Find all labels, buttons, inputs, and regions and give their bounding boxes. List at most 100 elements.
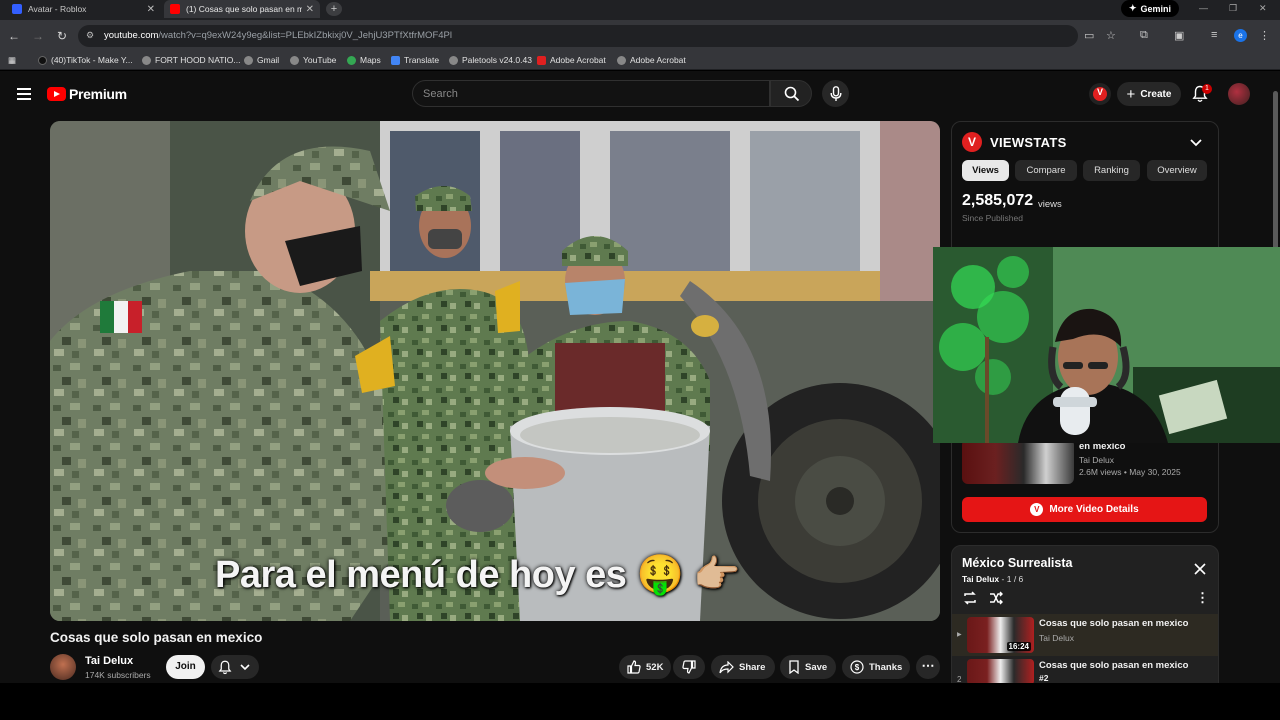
bookmark-adobe-acrobat[interactable]: Adobe Acrobat [537,55,606,65]
search-button[interactable] [770,80,812,107]
video-title: Cosas que solo pasan en mexico [50,630,263,645]
tab-roblox[interactable]: Avatar - Roblox ✕ [6,0,161,18]
viewstats-extension-button[interactable]: V [1089,83,1111,105]
save-button[interactable]: Save [780,655,836,679]
channel-avatar[interactable] [50,654,76,680]
related-video-meta: 2.6M views • May 30, 2025 [1079,467,1181,477]
viewstats-tab-overview[interactable]: Overview [1147,160,1207,181]
tab-title: (1) Cosas que solo pasan en me [186,4,302,14]
save-label: Save [805,661,828,673]
microphone-icon [830,85,841,101]
reading-list-icon[interactable]: ≡ [1211,29,1217,41]
close-tab-icon[interactable]: ✕ [306,4,314,15]
viewstats-tab-compare[interactable]: Compare [1015,160,1077,181]
globe-icon [244,55,253,65]
account-avatar[interactable] [1228,83,1250,105]
voice-search-button[interactable] [822,80,849,107]
more-actions-icon[interactable]: ⋯ [916,655,940,679]
guide-menu-icon[interactable] [17,88,31,103]
apps-grid-icon[interactable]: ▦ [8,55,16,66]
search-box[interactable] [412,80,770,107]
bookmark-tiktok[interactable]: (40)TikTok - Make Y... [38,55,133,65]
logo-text: Premium [69,86,127,102]
shuffle-icon[interactable] [988,590,1004,606]
views-label: views [1038,199,1062,210]
close-window-icon[interactable]: ✕ [1259,3,1267,14]
gemini-button[interactable]: ✦ Gemini [1121,0,1180,17]
since-published-label: Since Published [962,213,1023,223]
minimize-icon[interactable]: — [1199,3,1208,13]
playlist-item-thumbnail[interactable] [967,659,1034,685]
thumbs-down-icon [682,660,696,674]
join-button[interactable]: Join [166,655,205,679]
playlist-item-title[interactable]: Cosas que solo pasan en mexico [1039,618,1188,629]
playlist-subtitle: Tai Delux - 1 / 6 [962,574,1024,584]
translate-icon [391,55,400,65]
sparkle-icon: ✦ [1129,3,1137,13]
playlist-item-title[interactable]: Cosas que solo pasan en mexico [1039,660,1188,671]
like-button[interactable]: 52K [619,655,671,679]
subscription-bell-button[interactable] [211,655,259,679]
bookmark-maps[interactable]: Maps [347,55,381,65]
close-playlist-icon[interactable] [1194,563,1206,575]
search-icon [784,86,800,102]
globe-icon [617,55,626,65]
thumbs-up-icon [627,660,641,674]
video-player[interactable]: Para el menú de hoy es 🤑 👉🏼 [50,121,940,621]
forward-icon[interactable]: → [30,28,46,44]
like-count: 52K [646,661,664,673]
media-icon[interactable]: ▣ [1174,29,1184,42]
playlist-title[interactable]: México Surrealista [962,556,1072,570]
address-bar[interactable]: ⚙ youtube.com/watch?v=q9exW24y9eg&list=P… [78,25,1116,47]
close-tab-icon[interactable]: ✕ [147,4,155,15]
back-icon[interactable]: ← [6,28,22,44]
create-button[interactable]: + Create [1117,82,1181,106]
share-label: Share [739,661,766,673]
collapse-chevron-icon[interactable] [1190,137,1202,147]
menu-kebab-icon[interactable]: ⋮ [1259,29,1270,42]
viewstats-letter: V [1096,87,1103,97]
viewstats-tab-views[interactable]: Views [962,160,1009,181]
total-views-count: 2,585,072 [962,192,1034,209]
youtube-play-icon [47,87,66,101]
site-info-icon[interactable]: ⚙ [86,30,98,42]
thanks-label: Thanks [869,661,903,673]
search-input[interactable] [423,86,753,102]
playlist-item-subtitle: #2 [1039,673,1049,683]
extensions-icon[interactable]: ⧉ [1140,29,1148,42]
thanks-button[interactable]: $ Thanks [842,655,910,679]
restore-icon[interactable]: ❐ [1229,3,1237,14]
share-button[interactable]: Share [711,655,775,679]
profile-avatar[interactable]: e [1234,29,1247,42]
youtube-premium-logo[interactable]: Premium [47,86,127,102]
webcam-image [933,247,1280,443]
dislike-button[interactable] [673,655,705,679]
subscriber-count: 174K subscribers [85,670,151,680]
tab-youtube[interactable]: (1) Cosas que solo pasan en me ✕ [164,0,320,18]
bookmark-fort-hood[interactable]: FORT HOOD NATIO... [142,55,240,65]
now-playing-icon: ▶ [957,632,962,638]
video-caption-text: Para el menú de hoy es 🤑 👉🏼 [215,554,741,596]
bookmark-paletools[interactable]: Paletools v24.0.43 [449,55,532,65]
bookmarks-bar: ▦ (40)TikTok - Make Y... FORT HOOD NATIO… [0,52,1280,70]
playlist-item-channel: Tai Delux [1039,633,1074,643]
viewstats-tab-ranking[interactable]: Ranking [1083,160,1140,181]
more-video-details-button[interactable]: V More Video Details [962,497,1207,522]
new-tab-button[interactable]: + [326,2,342,16]
playlist-item-thumbnail[interactable]: 16:24 [967,617,1034,653]
loop-icon[interactable] [962,590,978,606]
bookmark-gmail[interactable]: Gmail [244,55,279,65]
acrobat-icon [537,55,546,65]
bookmark-translate[interactable]: Translate [391,55,439,65]
channel-name[interactable]: Tai Delux [85,655,133,667]
more-details-label: More Video Details [1049,504,1139,515]
related-video-channel: Tai Delux [1079,455,1114,465]
bookmark-adobe-acrobat-2[interactable]: Adobe Acrobat [617,55,686,65]
bookmark-youtube[interactable]: YouTube [290,55,336,65]
globe-icon [449,55,458,65]
reload-icon[interactable]: ↻ [54,28,70,44]
bookmark-star-icon[interactable]: ☆ [1106,29,1116,42]
cast-icon[interactable]: ▭ [1084,29,1094,42]
playlist-menu-icon[interactable]: ⋮ [1196,590,1209,606]
related-video-thumbnail[interactable] [962,439,1074,484]
